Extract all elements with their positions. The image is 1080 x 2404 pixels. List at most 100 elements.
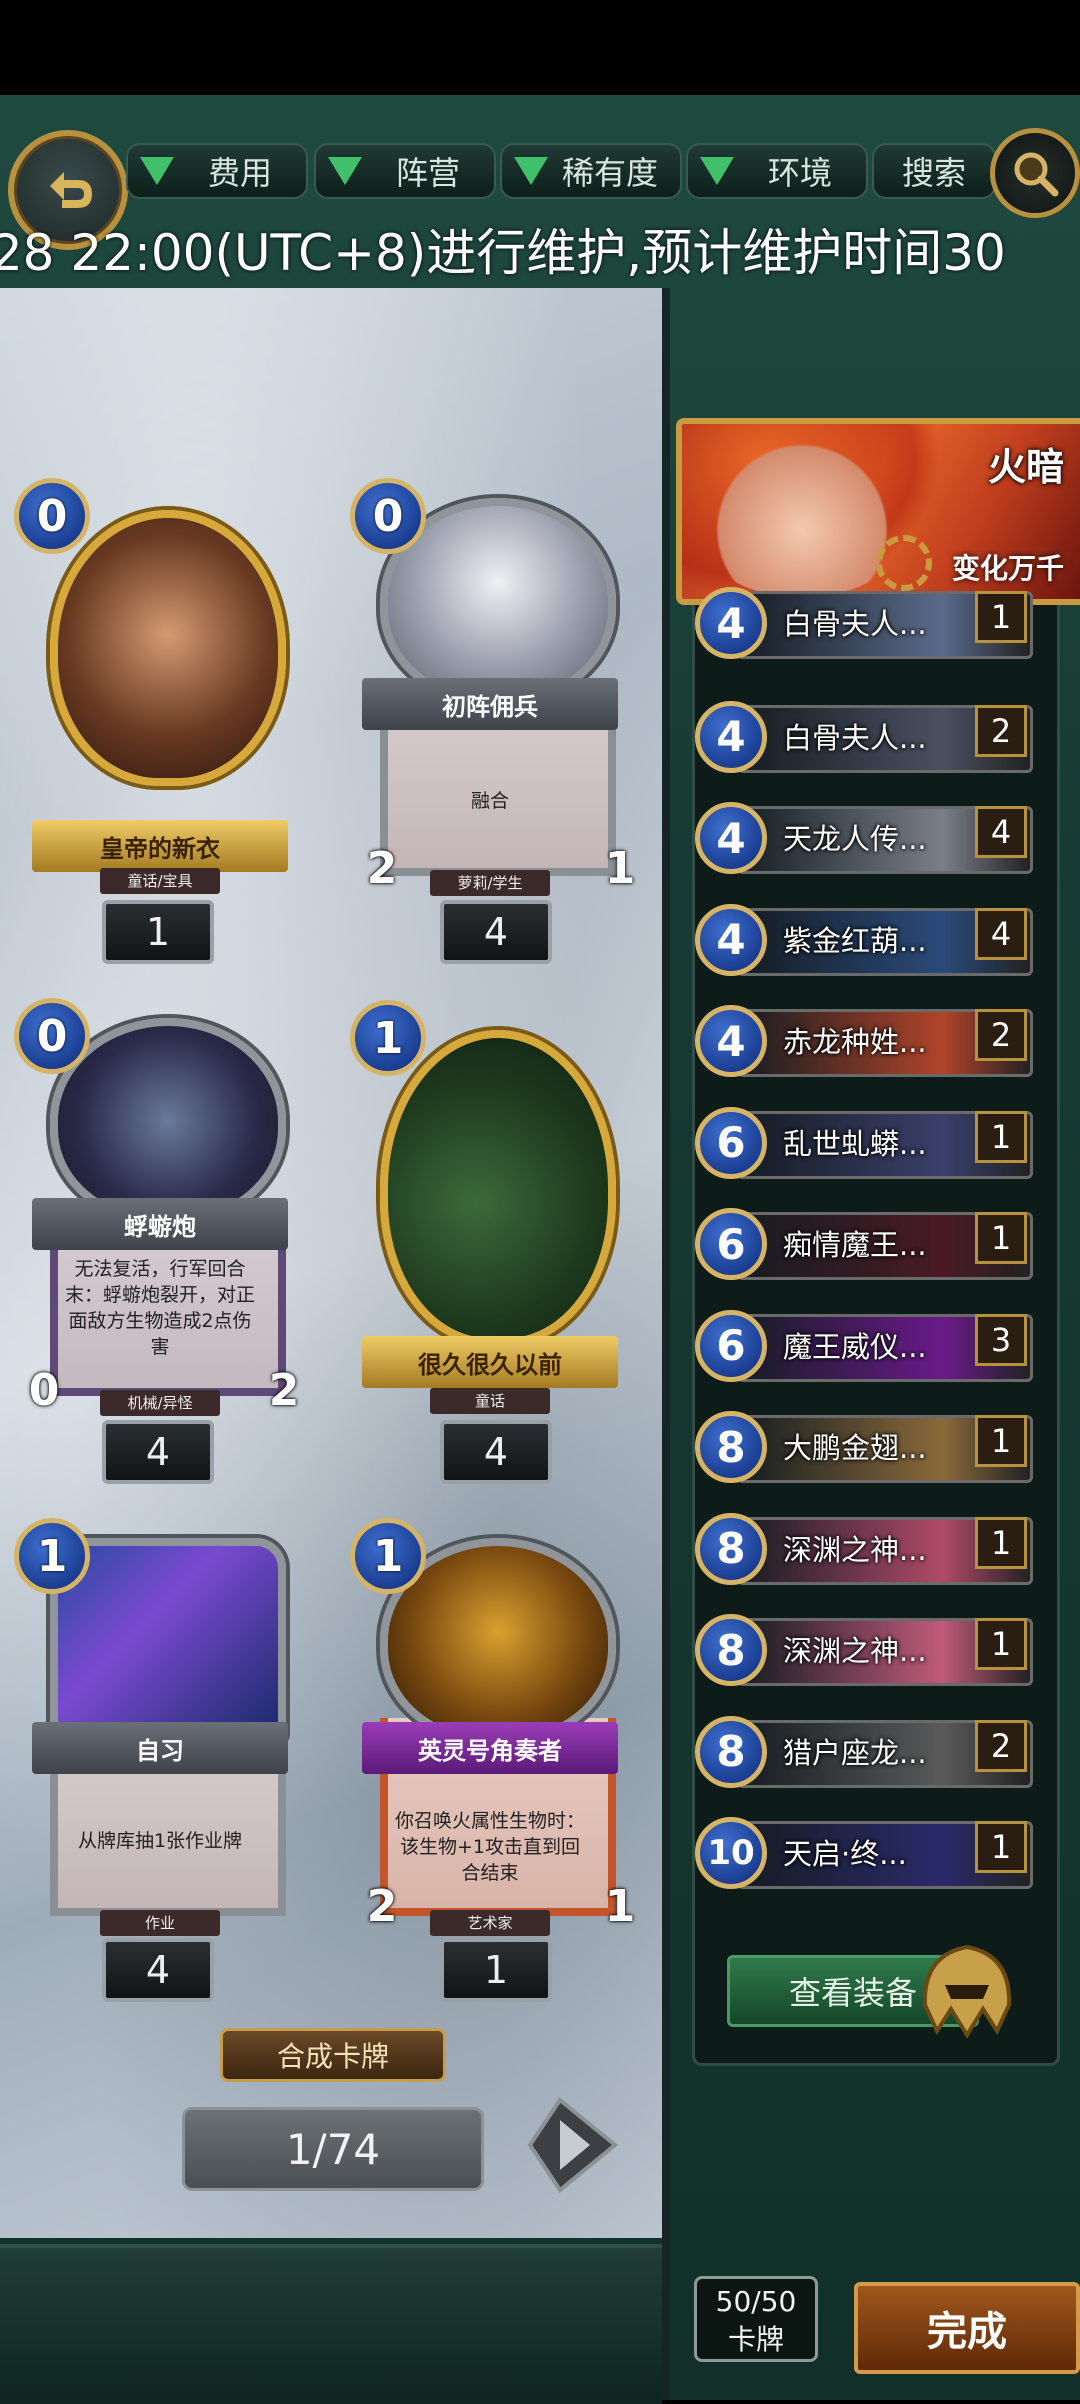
deck-item-count: 1	[975, 1516, 1027, 1569]
card-health: 2	[268, 1364, 300, 1416]
card-name: 自习	[32, 1722, 288, 1774]
deck-item-cost: 10	[695, 1817, 767, 1889]
card-tag: 机械/异怪	[100, 1390, 220, 1416]
panel-divider	[662, 288, 670, 2400]
deck-item[interactable]: 痴情魔王... 6 1	[695, 1204, 1033, 1280]
card-attack: 0	[28, 1364, 60, 1416]
deck-item-count: 1	[975, 1618, 1027, 1670]
filter-cost-label: 费用	[208, 154, 273, 192]
deck-item[interactable]: 魔王威仪... 6 3	[695, 1306, 1033, 1382]
helmet-icon	[905, 1935, 1030, 2045]
filter-rarity[interactable]: 稀有度	[500, 143, 682, 199]
chevron-down-icon	[700, 157, 734, 185]
deck-item-count: 2	[975, 1719, 1027, 1772]
card-cost: 0	[14, 478, 90, 554]
deck-item[interactable]: 白骨夫人... 4 2	[695, 697, 1033, 773]
deck-item-cost: 8	[695, 1715, 767, 1788]
card-description: 从牌库抽1张作业牌	[77, 1830, 243, 1852]
card-art	[380, 1030, 616, 1346]
deck-item-cost: 8	[695, 1512, 767, 1585]
deck-item-name: 紫金红葫...	[783, 923, 927, 958]
search-input[interactable]: 搜索	[872, 143, 996, 199]
card-name: 很久很久以前	[362, 1336, 618, 1388]
deck-item-name: 天龙人传...	[783, 822, 927, 856]
deck-item-name: 痴情魔王...	[783, 1228, 927, 1262]
deck-item-name: 白骨夫人...	[783, 607, 927, 641]
card-cost: 0	[14, 998, 90, 1074]
filter-faction-label: 阵营	[396, 154, 461, 192]
card-cost: 1	[350, 1000, 426, 1076]
deck-item-cost: 6	[695, 1208, 767, 1280]
compose-card-button[interactable]: 合成卡牌	[220, 2028, 446, 2082]
deck-item-cost: 4	[695, 903, 767, 976]
deck-item-cost: 8	[695, 1411, 767, 1483]
card-attack: 2	[366, 842, 398, 894]
filter-environment[interactable]: 环境	[686, 143, 868, 199]
deck-item-count: 1	[975, 1110, 1027, 1163]
deck-item[interactable]: 猎户座龙... 8 2	[695, 1712, 1033, 1788]
chevron-down-icon	[514, 157, 548, 185]
deck-item-count: 1	[975, 1415, 1027, 1467]
card-name: 英灵号角奏者	[362, 1722, 618, 1774]
maintenance-ticker: /28 22:00(UTC+8)进行维护,预计维护时间30	[0, 222, 1080, 284]
deck-item-name: 深渊之神...	[783, 1532, 927, 1567]
card-count: 1	[102, 900, 214, 964]
card-name: 蜉蝣炮	[32, 1198, 288, 1250]
hero-portrait	[702, 434, 902, 594]
chevron-right-icon	[527, 2097, 619, 2193]
card-count: 4	[440, 1420, 552, 1484]
filter-faction[interactable]: 阵营	[314, 143, 496, 199]
card-tag: 童话/宝具	[100, 868, 220, 894]
card-cost: 0	[350, 478, 426, 554]
deck-item-cost: 6	[695, 1106, 767, 1179]
deck-item[interactable]: 赤龙种姓... 4 2	[695, 1001, 1033, 1077]
deck-item-count: 2	[975, 1009, 1027, 1061]
deck-item-count: 1	[975, 591, 1027, 643]
deck-item-count: 1	[975, 1821, 1027, 1873]
deck-item[interactable]: 紫金红葫... 4 4	[695, 900, 1033, 976]
search-button[interactable]	[990, 128, 1080, 218]
bottom-band	[0, 2244, 662, 2404]
deck-item[interactable]: 白骨夫人... 4 1	[695, 583, 1033, 659]
done-button[interactable]: 完成	[854, 2282, 1080, 2374]
card-cost: 1	[350, 1518, 426, 1594]
card-attack: 2	[366, 1880, 398, 1932]
card-count: 4	[102, 1420, 214, 1484]
card-name: 初阵佣兵	[362, 678, 618, 730]
filter-environment-label: 环境	[768, 154, 833, 192]
deck-item[interactable]: 深渊之神... 8 1	[695, 1610, 1033, 1686]
card-tag: 艺术家	[430, 1910, 550, 1936]
magnifier-icon	[1014, 152, 1059, 197]
deck-item-cost: 6	[695, 1309, 767, 1382]
deck-item-name: 赤龙种姓...	[783, 1025, 927, 1059]
card-tag: 作业	[100, 1910, 220, 1936]
card-count: 4	[102, 1938, 214, 2002]
card-art	[50, 510, 286, 786]
deck-item-name: 大鹏金翅...	[783, 1431, 927, 1465]
card-cost: 1	[14, 1518, 90, 1594]
deck-item[interactable]: 天龙人传... 4 4	[695, 798, 1033, 874]
deck-item[interactable]: 大鹏金翅... 8 1	[695, 1407, 1033, 1483]
card-health: 1	[604, 842, 636, 894]
back-arrow-icon	[50, 172, 92, 208]
deck-item-name: 魔王威仪...	[783, 1329, 927, 1364]
deck-item[interactable]: 天启·终... 10 1	[695, 1813, 1033, 1889]
deck-item[interactable]: 深渊之神... 8 1	[695, 1509, 1033, 1585]
next-page-button[interactable]	[520, 2090, 620, 2200]
deck-item-name: 白骨夫人...	[783, 720, 927, 755]
deck-item-cost: 4	[695, 1005, 767, 1077]
deck-item-name: 深渊之神...	[783, 1634, 927, 1668]
card-description: 融合	[470, 790, 509, 812]
deck-count: 50/50 卡牌	[694, 2276, 818, 2362]
deck-item-name: 乱世虬蟒...	[783, 1126, 927, 1161]
deck-item-name: 猎户座龙...	[783, 1735, 927, 1770]
deck-item-count: 4	[975, 907, 1027, 960]
hero-card[interactable]: 火暗 变化万千	[676, 418, 1080, 605]
hero-subtitle: 变化万千	[951, 552, 1064, 585]
chevron-down-icon	[140, 157, 174, 185]
deck-item-cost: 4	[695, 587, 767, 659]
filter-cost[interactable]: 费用	[126, 143, 308, 199]
deck-item[interactable]: 乱世虬蟒... 6 1	[695, 1103, 1033, 1179]
page-indicator: 1/74	[182, 2107, 484, 2191]
deck-item-count: 4	[975, 806, 1027, 858]
